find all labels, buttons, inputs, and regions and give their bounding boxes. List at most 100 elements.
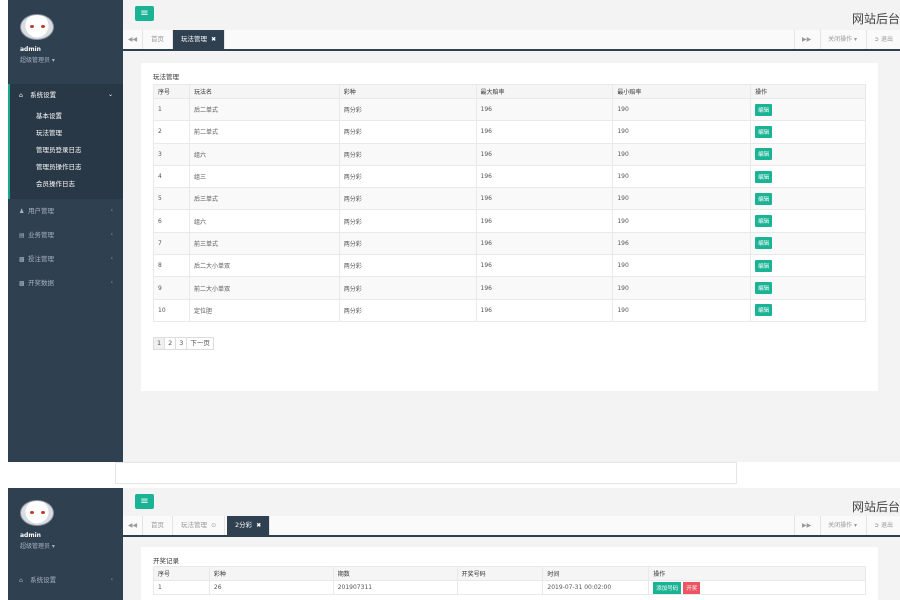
edit-button[interactable]: 编辑 <box>755 259 773 272</box>
menu-toggle-icon[interactable]: ≡ <box>135 494 154 509</box>
close-ops-dropdown[interactable]: 关闭操作 ▾ <box>820 30 864 49</box>
close-ops-dropdown[interactable]: 关闭操作 ▾ <box>820 516 864 535</box>
top-navbar: ≡ 网站后台 <box>123 0 900 30</box>
table-cell: 196 <box>475 231 614 256</box>
sidebar-item-label: 用户管理 <box>28 207 54 215</box>
user-avatar[interactable] <box>20 500 54 526</box>
logout-button[interactable]: ➲ 退出 <box>865 516 900 535</box>
tab-scroll-left-icon[interactable]: ◀◀ <box>123 30 143 49</box>
table-cell: 190 <box>612 164 752 189</box>
user-avatar[interactable] <box>20 14 54 40</box>
table-cell: 196 <box>475 209 614 233</box>
edit-button[interactable]: 编辑 <box>755 125 773 138</box>
table-row: 10 定位胆 两分彩 196 190 编辑 <box>153 298 866 322</box>
chevron-left-icon: ‹ <box>110 279 113 286</box>
top-navbar: ≡ 网站后台 <box>123 488 900 518</box>
sidebar-item[interactable]: ▤ 业务管理 ‹ <box>8 223 123 247</box>
column-header: 操作 <box>750 84 866 99</box>
menu-toggle-icon[interactable]: ≡ <box>135 6 154 21</box>
submenu-item[interactable]: 玩法管理 <box>10 125 123 142</box>
edit-button[interactable]: 编辑 <box>755 192 773 205</box>
sidebar-item[interactable]: ▩ 投注管理 ‹ <box>8 247 123 271</box>
tab-2-min-lottery[interactable]: 2分彩 ✖ <box>227 516 271 535</box>
edit-button[interactable]: 编辑 <box>755 103 773 116</box>
user-icon: ♟ <box>19 208 25 215</box>
submenu-item[interactable]: 基本设置 <box>10 108 123 125</box>
table-cell: 190 <box>612 120 752 144</box>
table-cell: 两分彩 <box>338 164 477 189</box>
user-name: admin <box>20 46 41 53</box>
column-header: 序号 <box>153 84 190 99</box>
tab-bar: ◀◀ 首页 玩法管理 ⊙ 2分彩 ✖ ▶▶ 关闭操作 ▾ ➲ 退出 <box>123 516 900 537</box>
home-icon: ⌂ <box>19 92 23 99</box>
bar-chart-icon: ▩ <box>19 280 25 287</box>
close-icon[interactable]: ✖ <box>211 36 216 43</box>
tab-home[interactable]: 首页 <box>143 30 173 49</box>
edit-button[interactable]: 编辑 <box>755 170 773 183</box>
table-row: 1 26 201907311 2019-07-31 00:02:00 添加号码 开奖 <box>153 580 866 595</box>
table-cell: 前二单式 <box>188 120 340 144</box>
table-cell: 两分彩 <box>338 231 477 256</box>
table-cell: 两分彩 <box>338 142 477 166</box>
page-link[interactable]: 下一页 <box>186 337 214 350</box>
column-header: 序号 <box>153 566 210 581</box>
table-cell: 两分彩 <box>338 209 477 233</box>
logout-button[interactable]: ➲ 退出 <box>865 30 900 49</box>
tab-scroll-left-icon[interactable]: ◀◀ <box>123 516 143 535</box>
close-icon[interactable]: ⊙ <box>211 522 216 529</box>
table-row: 8 后二大小单双 两分彩 196 190 编辑 <box>153 254 866 278</box>
table-row: 5 后三单式 两分彩 196 190 编辑 <box>153 187 866 211</box>
table-row: 2 前二单式 两分彩 196 190 编辑 <box>153 120 866 144</box>
tab-play-management[interactable]: 玩法管理 ⊙ <box>173 516 226 535</box>
table-cell: 190 <box>612 97 752 122</box>
table-cell: 编辑 <box>750 97 866 122</box>
site-title: 网站后台 <box>851 12 900 26</box>
table-cell: 10 <box>153 298 190 322</box>
bar-chart-icon: ▩ <box>19 256 25 263</box>
close-icon[interactable]: ✖ <box>256 522 261 529</box>
edit-button[interactable]: 编辑 <box>755 237 773 250</box>
site-title: 网站后台 <box>851 500 900 514</box>
edit-button[interactable]: 编辑 <box>755 215 773 228</box>
sidebar-item-system-settings[interactable]: ⌂ 系统设置 ⌄ <box>8 84 123 106</box>
admin-window-2: admin 超级管理员 ▾ ⌂ 系统设置 ‹ ≡ 网站后台 ◀◀ 首页 玩法管理… <box>8 488 900 600</box>
sidebar-item[interactable]: ▩ 开奖数据 ‹ <box>8 271 123 295</box>
sidebar: admin 超级管理员 ▾ ⌂ 系统设置 ⌄ 基本设置 玩法管理 管理员登录日志 管理… <box>8 0 123 462</box>
table-cell: 添加号码 开奖 <box>648 580 866 595</box>
table-cell: 190 <box>612 209 752 233</box>
sidebar-item[interactable]: ♟ 用户管理 ‹ <box>8 199 123 223</box>
table-cell: 定位胆 <box>188 298 340 322</box>
submenu-item[interactable]: 会员操作日志 <box>10 176 123 193</box>
chevron-left-icon: ‹ <box>110 231 113 238</box>
table-cell: 前二大小单双 <box>188 276 340 300</box>
column-header: 操作 <box>648 566 866 581</box>
home-icon: ⌂ <box>19 577 23 584</box>
table-cell: 190 <box>612 142 752 166</box>
column-header: 时间 <box>542 566 650 581</box>
main-content: 玩法管理 序号 玩法名 彩种 最大赔率 最小赔率 操作 1 后二单式 两分彩 196 190 编辑 2… <box>123 51 900 462</box>
table-row: 4 组三 两分彩 196 190 编辑 <box>153 164 866 189</box>
submenu-item[interactable]: 管理员登录日志 <box>10 142 123 159</box>
tab-home[interactable]: 首页 <box>143 516 173 535</box>
table-cell: 190 <box>612 187 752 211</box>
tab-play-management[interactable]: 玩法管理 ✖ <box>173 30 226 49</box>
tab-label: 2分彩 <box>235 521 253 529</box>
edit-button[interactable]: 编辑 <box>755 148 773 161</box>
draw-button[interactable]: 开奖 <box>683 581 701 594</box>
tab-actions: ▶▶ 关闭操作 ▾ ➲ 退出 <box>793 516 900 535</box>
tab-scroll-right-icon[interactable]: ▶▶ <box>793 30 818 49</box>
table-cell <box>456 580 544 595</box>
edit-button[interactable]: 编辑 <box>755 304 773 317</box>
user-role-dropdown[interactable]: 超级管理员 ▾ <box>20 541 55 550</box>
user-role-dropdown[interactable]: 超级管理员 ▾ <box>20 55 55 64</box>
table-cell: 编辑 <box>750 298 866 322</box>
chevron-left-icon: ‹ <box>110 255 113 262</box>
edit-button[interactable]: 编辑 <box>755 282 773 295</box>
table-cell: 190 <box>612 254 752 278</box>
add-number-button[interactable]: 添加号码 <box>653 581 682 594</box>
pagination: 1 2 3 下一页 <box>153 337 214 350</box>
sidebar-item-system-settings[interactable]: ⌂ 系统设置 ‹ <box>8 568 123 592</box>
submenu-item[interactable]: 管理员操作日志 <box>10 159 123 176</box>
tab-scroll-right-icon[interactable]: ▶▶ <box>793 516 818 535</box>
admin-window-1: admin 超级管理员 ▾ ⌂ 系统设置 ⌄ 基本设置 玩法管理 管理员登录日志 管理… <box>8 0 900 462</box>
